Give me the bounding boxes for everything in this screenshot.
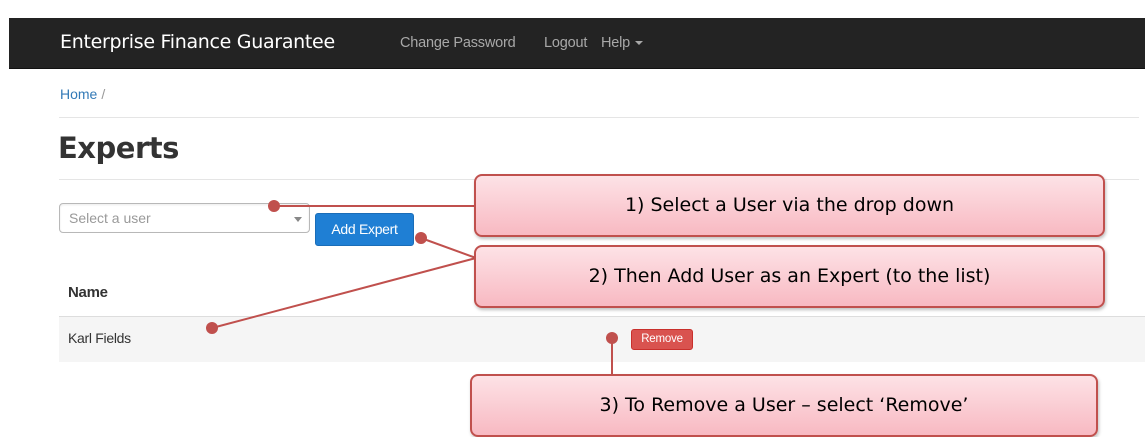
callout-step-2: 2) Then Add User as an Expert (to the li… (474, 245, 1105, 308)
connector-line-2b (211, 257, 477, 329)
callout-step-1: 1) Select a User via the drop down (474, 174, 1105, 237)
connector-line-2a (420, 237, 477, 259)
connector-dot-2b (206, 322, 218, 334)
callout-step-3: 3) To Remove a User – select ‘Remove’ (470, 374, 1098, 437)
connector-dot-2a (415, 232, 427, 244)
connector-dot-3 (606, 332, 618, 344)
connector-dot-1 (268, 200, 280, 212)
